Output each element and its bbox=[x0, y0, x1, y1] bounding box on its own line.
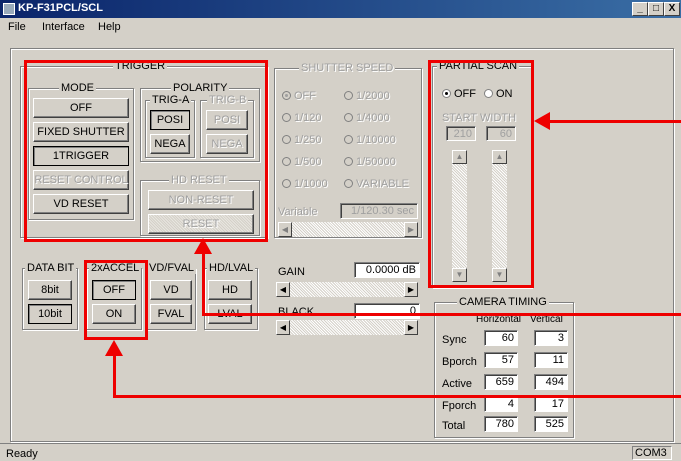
timing-row-label: Active bbox=[442, 378, 472, 390]
sync-v-field[interactable]: 3 bbox=[534, 330, 568, 346]
gain-value-field[interactable]: 0.0000 dB bbox=[354, 262, 420, 278]
minimize-button[interactable]: _ bbox=[632, 2, 648, 16]
data-bit-label: DATA BIT bbox=[25, 262, 77, 274]
databit-8bit-button[interactable]: 8bit bbox=[28, 280, 72, 300]
radio-dot bbox=[344, 135, 353, 144]
menu-bar: File Interface Help bbox=[0, 18, 681, 36]
pointer-line-accel-horizontal bbox=[113, 395, 681, 398]
shutter-1-1000-radio[interactable]: 1/1000 bbox=[282, 178, 328, 190]
shutter-option-label: 1/50000 bbox=[356, 156, 396, 168]
status-text: Ready bbox=[6, 448, 38, 460]
close-button[interactable]: X bbox=[664, 2, 680, 16]
arrow-up-icon bbox=[105, 340, 123, 356]
shutter-option-label: 1/500 bbox=[294, 156, 322, 168]
radio-dot bbox=[344, 157, 353, 166]
window-title: KP-F31PCL/SCL bbox=[18, 2, 103, 14]
radio-dot bbox=[344, 179, 353, 188]
vd-fval-label: VD/FVAL bbox=[147, 262, 197, 274]
hd-button[interactable]: HD bbox=[208, 280, 252, 300]
radio-dot bbox=[344, 91, 353, 100]
shutter-1-50000-radio[interactable]: 1/50000 bbox=[344, 156, 396, 168]
timing-row-label: Fporch bbox=[442, 400, 477, 412]
fporch-v-field[interactable]: 17 bbox=[534, 396, 568, 412]
radio-dot bbox=[282, 157, 291, 166]
chevron-left-icon[interactable]: ◀ bbox=[276, 320, 290, 335]
shutter-1-250-radio[interactable]: 1/250 bbox=[282, 134, 322, 146]
shutter-1-2000-radio[interactable]: 1/2000 bbox=[344, 90, 390, 102]
shutter-option-label: 1/250 bbox=[294, 134, 322, 146]
gain-label: GAIN bbox=[278, 266, 305, 278]
shutter-option-label: 1/10000 bbox=[356, 134, 396, 146]
timing-row-label: Sync bbox=[442, 334, 467, 346]
radio-dot bbox=[282, 135, 291, 144]
app-window: KP-F31PCL/SCL _ □ X File Interface Help … bbox=[0, 0, 681, 461]
camera-timing-label: CAMERA TIMING bbox=[457, 296, 549, 308]
menu-help[interactable]: Help bbox=[98, 21, 121, 33]
arrow-left-icon bbox=[534, 112, 550, 130]
black-label: BLACK bbox=[278, 306, 315, 318]
trigger-highlight-box bbox=[24, 60, 268, 242]
shutter-option-label: VARIABLE bbox=[356, 178, 409, 190]
accel-highlight-box bbox=[84, 260, 148, 340]
shutter-option-label: 1/120 bbox=[294, 112, 322, 124]
pointer-line-partial bbox=[548, 120, 681, 123]
menu-interface[interactable]: Interface bbox=[42, 21, 85, 33]
partial-scan-highlight-box bbox=[428, 60, 534, 288]
variable-value-field[interactable]: 1/120.30 sec bbox=[340, 203, 418, 219]
pointer-line-trigger-vertical bbox=[202, 252, 205, 316]
black-value-field[interactable]: 0 bbox=[354, 303, 420, 319]
active-h-field[interactable]: 659 bbox=[484, 374, 518, 390]
shutter-variable-radio[interactable]: VARIABLE bbox=[344, 178, 409, 190]
shutter-option-label: 1/2000 bbox=[356, 90, 390, 102]
total-h-field[interactable]: 780 bbox=[484, 416, 518, 432]
radio-dot bbox=[344, 113, 353, 122]
port-indicator: COM3 bbox=[632, 446, 672, 460]
timing-row-label: Bporch bbox=[442, 356, 477, 368]
menu-file[interactable]: File bbox=[8, 21, 26, 33]
pointer-line-accel-vertical bbox=[113, 354, 116, 398]
radio-dot bbox=[282, 179, 291, 188]
shutter-1-120-radio[interactable]: 1/120 bbox=[282, 112, 322, 124]
bporch-h-field[interactable]: 57 bbox=[484, 352, 518, 368]
shutter-speed-label: SHUTTER SPEED bbox=[299, 62, 396, 74]
gain-slider[interactable] bbox=[276, 282, 418, 297]
shutter-off-radio[interactable]: OFF bbox=[282, 90, 316, 102]
arrow-up-icon bbox=[194, 238, 212, 254]
status-bar: Ready COM3 bbox=[0, 443, 681, 461]
radio-dot bbox=[282, 91, 291, 100]
timing-row-label: Total bbox=[442, 420, 466, 432]
shutter-1-4000-radio[interactable]: 1/4000 bbox=[344, 112, 390, 124]
vd-button[interactable]: VD bbox=[150, 280, 192, 300]
title-bar[interactable]: KP-F31PCL/SCL _ □ X bbox=[0, 0, 681, 18]
shutter-1-10000-radio[interactable]: 1/10000 bbox=[344, 134, 396, 146]
fporch-h-field[interactable]: 4 bbox=[484, 396, 518, 412]
shutter-1-500-radio[interactable]: 1/500 bbox=[282, 156, 322, 168]
black-slider[interactable] bbox=[276, 320, 418, 335]
pointer-line-trigger-horizontal bbox=[202, 313, 681, 316]
chevron-right-icon[interactable]: ▶ bbox=[404, 282, 418, 297]
shutter-option-label: 1/1000 bbox=[294, 178, 328, 190]
total-v-field[interactable]: 525 bbox=[534, 416, 568, 432]
radio-dot bbox=[282, 113, 291, 122]
shutter-option-label: 1/4000 bbox=[356, 112, 390, 124]
sync-h-field[interactable]: 60 bbox=[484, 330, 518, 346]
active-v-field[interactable]: 494 bbox=[534, 374, 568, 390]
databit-10bit-button[interactable]: 10bit bbox=[28, 304, 72, 324]
maximize-button[interactable]: □ bbox=[648, 2, 664, 16]
app-icon[interactable] bbox=[3, 3, 15, 15]
chevron-right-icon[interactable]: ▶ bbox=[404, 320, 418, 335]
variable-slider[interactable] bbox=[278, 222, 418, 237]
chevron-left-icon[interactable]: ◀ bbox=[276, 282, 290, 297]
hd-lval-label: HD/LVAL bbox=[207, 262, 256, 274]
bporch-v-field[interactable]: 11 bbox=[534, 352, 568, 368]
fval-button[interactable]: FVAL bbox=[150, 304, 192, 324]
variable-label: Variable bbox=[278, 206, 318, 218]
shutter-option-label: OFF bbox=[294, 90, 316, 102]
chevron-right-icon[interactable]: ▶ bbox=[404, 222, 418, 237]
chevron-left-icon[interactable]: ◀ bbox=[278, 222, 292, 237]
